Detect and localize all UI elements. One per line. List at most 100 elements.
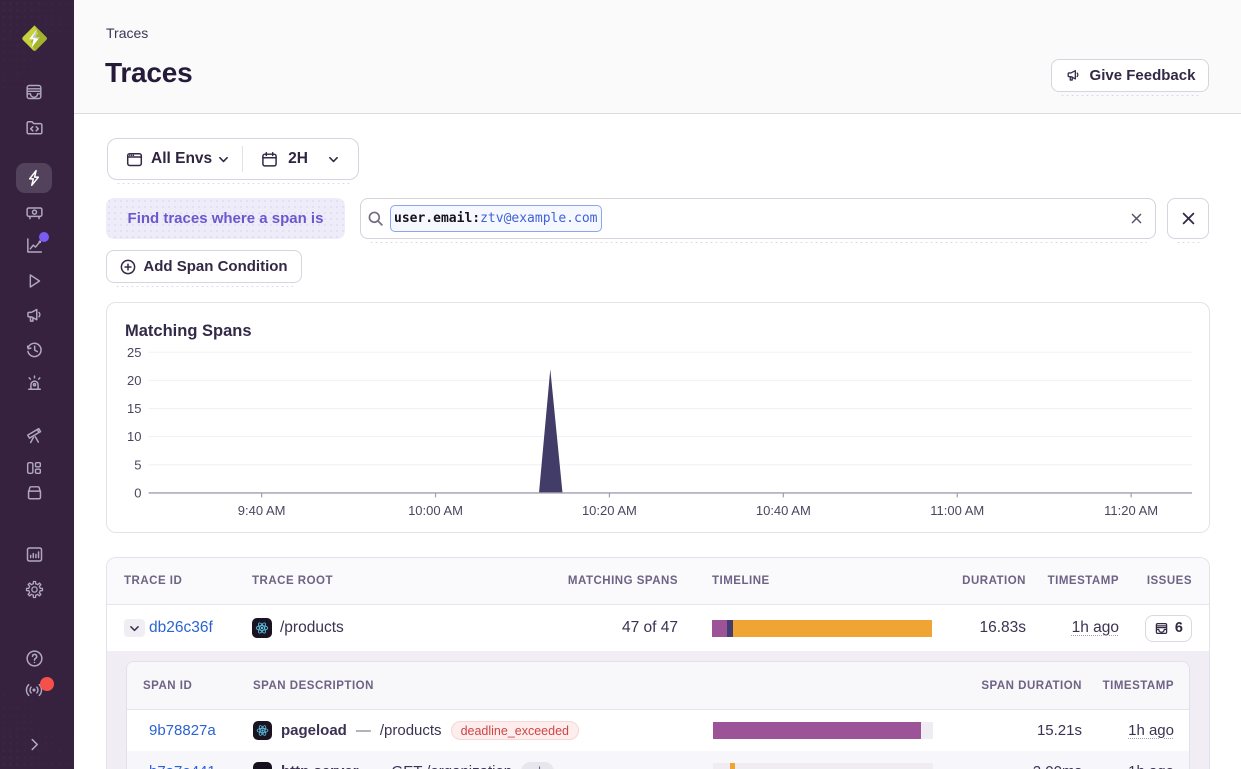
- chevron-down-icon: [327, 153, 340, 166]
- sidebar-item-insights[interactable]: [0, 228, 68, 262]
- sidebar-item-replays[interactable]: [0, 332, 68, 366]
- sidebar-item-performance[interactable]: [0, 264, 68, 298]
- insights-new-badge: [39, 232, 49, 242]
- trace-duration-cell: 16.83s: [947, 619, 1041, 637]
- page-title: Traces: [105, 57, 193, 89]
- remove-condition-button[interactable]: [1167, 198, 1209, 239]
- svg-text:11:20 AM: 11:20 AM: [1104, 503, 1158, 518]
- span-timestamp-value[interactable]: 1h ago: [1128, 763, 1174, 769]
- matching-spans-panel: Matching Spans 05101520259:40 AM10:00 AM…: [106, 302, 1210, 533]
- environment-selector[interactable]: All Envs: [108, 139, 242, 179]
- trace-timeline-bar[interactable]: [712, 620, 932, 637]
- whats-new-badge: [40, 677, 54, 691]
- trace-issues-cell: 6: [1133, 615, 1209, 642]
- trace-id-link[interactable]: db26c36f: [149, 619, 213, 637]
- span-timestamp-value[interactable]: 1h ago: [1128, 722, 1174, 739]
- spans-table-header: Span ID Span Description Span Duration T…: [127, 662, 1189, 710]
- sidebar-item-releases[interactable]: [0, 298, 68, 332]
- page-header: [74, 0, 1241, 114]
- span-condition-label: Find traces where a span is: [106, 198, 345, 239]
- traces-table: Trace ID Trace Root Matching Spans Timel…: [106, 557, 1210, 769]
- col-matching-spans: Matching Spans: [501, 575, 692, 587]
- span-timestamp-cell: 1h ago: [1096, 763, 1190, 769]
- span-op: http.server: [281, 763, 359, 769]
- breadcrumb[interactable]: Traces: [106, 25, 148, 41]
- play-icon: [24, 271, 44, 291]
- span-id-link[interactable]: 9b78827a: [149, 722, 216, 739]
- span-id-link[interactable]: b7a7e441: [149, 763, 216, 769]
- col-span-duration: Span Duration: [948, 680, 1096, 692]
- svg-text:10:40 AM: 10:40 AM: [756, 503, 811, 518]
- add-span-condition-button[interactable]: Add Span Condition: [106, 250, 302, 283]
- col-span-id: Span ID: [127, 680, 247, 692]
- span-timeline-bar[interactable]: [713, 763, 933, 769]
- react-logo-icon: [255, 723, 270, 738]
- search-token[interactable]: user.email:ztv@example.com: [390, 205, 602, 232]
- span-condition-label-text: Find traces where a span is: [128, 210, 324, 227]
- megaphone-icon: [1065, 67, 1082, 84]
- span-timeline-bar[interactable]: [713, 722, 933, 739]
- span-row: 9b78827a: [127, 710, 1189, 751]
- react-platform-icon: [252, 618, 272, 638]
- span-id-cell: b7a7e441: [127, 763, 247, 769]
- give-feedback-button[interactable]: Give Feedback: [1051, 59, 1209, 92]
- span-search-input[interactable]: user.email:ztv@example.com: [360, 198, 1156, 239]
- search-icon: [367, 210, 384, 227]
- plus-circle-icon: [120, 259, 136, 275]
- window-icon: [126, 151, 143, 168]
- sidebar-item-stats[interactable]: [0, 537, 68, 571]
- trace-root-name[interactable]: /products: [280, 619, 344, 637]
- calendar-icon: [261, 151, 278, 168]
- svg-text:5: 5: [134, 457, 141, 472]
- react-logo-icon: [254, 620, 270, 636]
- help-icon: [24, 648, 45, 669]
- sidebar-item-whats-new[interactable]: [0, 673, 68, 707]
- span-description-cell: pageload — /products deadline_exceeded: [247, 721, 693, 740]
- date-range-value: 2H: [288, 150, 308, 168]
- svg-text:20: 20: [127, 373, 141, 388]
- collapse-trace-button[interactable]: [124, 619, 145, 637]
- sidebar-item-alerts[interactable]: [0, 366, 68, 400]
- trace-timestamp-value[interactable]: 1h ago: [1072, 619, 1119, 636]
- col-span-timestamp: Timestamp: [1096, 680, 1190, 692]
- x-icon: [1180, 210, 1197, 227]
- svg-text:25: 25: [127, 345, 141, 360]
- matching-spans-cell: 47 of 47: [501, 619, 692, 637]
- folder-code-icon: [24, 117, 45, 138]
- server-platform-icon: px: [253, 762, 272, 769]
- trace-issues-badge[interactable]: 6: [1145, 615, 1192, 642]
- matching-spans-chart[interactable]: 05101520259:40 AM10:00 AM10:20 AM10:40 A…: [107, 303, 1209, 532]
- chevron-right-icon: [25, 735, 44, 754]
- telescope-icon: [24, 425, 45, 446]
- svg-text:9:40 AM: 9:40 AM: [238, 503, 286, 518]
- clear-search-icon[interactable]: [1125, 208, 1147, 230]
- sidebar-collapse-button[interactable]: [0, 727, 68, 761]
- span-op: pageload: [281, 722, 347, 739]
- bar-chart-icon: [24, 544, 45, 565]
- gear-icon: [24, 579, 45, 600]
- filter-bar: All Envs 2H: [107, 138, 359, 180]
- sidebar-item-help[interactable]: [0, 641, 68, 675]
- spans-table: Span ID Span Description Span Duration T…: [126, 661, 1190, 769]
- chevron-down-icon: [128, 622, 141, 635]
- give-feedback-label: Give Feedback: [1090, 67, 1196, 84]
- trace-row: db26c36f /products 47 of 47: [107, 605, 1209, 651]
- sidebar-item-dashboards[interactable]: [0, 195, 68, 229]
- sidebar-item-discover[interactable]: [0, 418, 68, 452]
- sidebar-item-issues[interactable]: [0, 75, 68, 109]
- sidebar-item-projects[interactable]: [0, 475, 68, 509]
- siren-icon: [24, 373, 45, 394]
- trace-expanded-section: Span ID Span Description Span Duration T…: [107, 651, 1209, 769]
- date-range-selector[interactable]: 2H: [243, 139, 358, 179]
- span-timestamp-cell: 1h ago: [1096, 722, 1190, 739]
- sentry-logo[interactable]: [19, 23, 50, 54]
- span-description: /products: [380, 722, 442, 739]
- svg-text:10:20 AM: 10:20 AM: [582, 503, 637, 518]
- sidebar-item-settings[interactable]: [0, 572, 68, 606]
- sidebar-item-explore[interactable]: [0, 110, 68, 144]
- col-timeline: Timeline: [692, 575, 947, 587]
- col-trace-id: Trace ID: [107, 575, 247, 587]
- span-timeline-cell: [693, 763, 948, 769]
- add-span-condition-label: Add Span Condition: [143, 258, 287, 275]
- sidebar-item-traces[interactable]: [0, 161, 68, 195]
